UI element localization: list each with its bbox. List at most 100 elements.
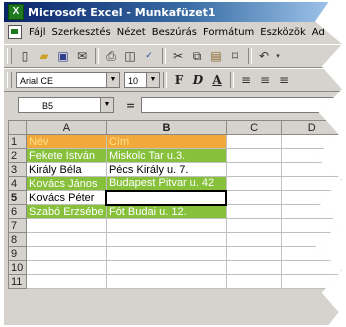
- paste-icon[interactable]: ▤: [207, 47, 225, 65]
- column-header-c[interactable]: C: [225, 120, 283, 135]
- standard-toolbar: ▯ ▰ ▣ ✉ ⎙ ◫ ✓ ✂ ⧉ ▤ ⌑ ↶ ▾: [4, 44, 342, 68]
- font-size-select[interactable]: 10 ▼: [124, 72, 160, 88]
- cell-a8[interactable]: [25, 232, 107, 247]
- cell-b10[interactable]: [105, 260, 227, 275]
- spelling-icon[interactable]: ✓: [140, 47, 158, 65]
- email-icon[interactable]: ✉: [73, 47, 91, 65]
- cell-c2[interactable]: [225, 148, 283, 163]
- menu-tools[interactable]: Eszközök: [257, 27, 309, 38]
- bold-button[interactable]: F: [170, 71, 188, 89]
- cell-a4[interactable]: Kovács János: [25, 176, 107, 191]
- menu-edit[interactable]: Szerkesztés: [49, 27, 114, 38]
- row-header[interactable]: 1: [8, 134, 27, 149]
- cell-a3[interactable]: Király Béla: [25, 162, 107, 177]
- column-header-d[interactable]: D: [281, 120, 342, 135]
- cell-c5[interactable]: [225, 190, 283, 205]
- cell-d4[interactable]: [281, 176, 342, 191]
- menu-view[interactable]: Nézet: [114, 27, 149, 38]
- cell-a6[interactable]: Szabó Erzsébe: [25, 204, 107, 219]
- underline-button[interactable]: A: [208, 71, 226, 89]
- row-header[interactable]: 8: [8, 232, 27, 247]
- cell-a10[interactable]: [25, 260, 107, 275]
- new-icon[interactable]: ▯: [16, 47, 34, 65]
- toolbar-grip[interactable]: [7, 72, 12, 88]
- align-center-icon[interactable]: ≡: [256, 71, 274, 89]
- align-left-icon[interactable]: ≡: [237, 71, 255, 89]
- row-header[interactable]: 3: [8, 162, 27, 177]
- active-cell-b5[interactable]: [105, 189, 228, 206]
- row-header[interactable]: 9: [8, 246, 27, 261]
- cell-d9[interactable]: [281, 246, 342, 261]
- row-header[interactable]: 4: [8, 176, 27, 191]
- chevron-down-icon[interactable]: ▼: [106, 73, 119, 87]
- cell-d7[interactable]: [281, 218, 342, 233]
- cell-c6[interactable]: [225, 204, 283, 219]
- cell-b9[interactable]: [105, 246, 227, 261]
- chevron-down-icon[interactable]: ▼: [146, 73, 159, 87]
- column-header-a[interactable]: A: [25, 120, 107, 135]
- cell-b2[interactable]: Miskolc Tar u.3.: [105, 148, 227, 163]
- cell-d10[interactable]: [281, 260, 342, 275]
- cell-b6[interactable]: Fót Budai u. 12.: [105, 204, 227, 219]
- cell-c4[interactable]: [225, 176, 283, 191]
- row-header[interactable]: 10: [8, 260, 27, 275]
- name-box[interactable]: B5 ▼: [18, 97, 114, 113]
- cell-b8[interactable]: [105, 232, 227, 247]
- workbook-icon[interactable]: [8, 25, 22, 39]
- cell-d6[interactable]: [281, 204, 342, 219]
- row-header[interactable]: 2: [8, 148, 27, 163]
- open-icon[interactable]: ▰: [35, 47, 53, 65]
- print-icon[interactable]: ⎙: [102, 47, 120, 65]
- cell-d11[interactable]: [281, 274, 342, 289]
- copy-icon[interactable]: ⧉: [188, 47, 206, 65]
- cell-a5[interactable]: Kovács Péter: [25, 190, 107, 205]
- cell-d2[interactable]: [281, 148, 342, 163]
- cell-d5[interactable]: [281, 190, 342, 205]
- menu-format[interactable]: Formátum: [200, 27, 257, 38]
- cell-b11[interactable]: [105, 274, 227, 289]
- cell-d8[interactable]: [281, 232, 342, 247]
- toolbar-grip[interactable]: [7, 48, 12, 64]
- format-painter-icon[interactable]: ⌑: [226, 47, 244, 65]
- undo-icon[interactable]: ↶: [255, 47, 273, 65]
- menu-file[interactable]: Fájl: [26, 27, 49, 38]
- cell-c11[interactable]: [225, 274, 283, 289]
- menu-data[interactable]: Ad: [309, 27, 328, 38]
- cell-b4[interactable]: Budapest Pitvar u. 42: [105, 176, 227, 191]
- cell-a11[interactable]: [25, 274, 107, 289]
- font-name-select[interactable]: Arial CE ▼: [16, 72, 120, 88]
- print-preview-icon[interactable]: ◫: [121, 47, 139, 65]
- cell-c1[interactable]: [225, 134, 283, 149]
- formula-input[interactable]: [141, 97, 342, 113]
- cell-c9[interactable]: [225, 246, 283, 261]
- undo-dropdown-icon[interactable]: ▾: [274, 47, 282, 65]
- cell-b7[interactable]: [105, 218, 227, 233]
- save-icon[interactable]: ▣: [54, 47, 72, 65]
- row-header[interactable]: 11: [8, 274, 27, 289]
- row-header[interactable]: 6: [8, 204, 27, 219]
- cell-a9[interactable]: [25, 246, 107, 261]
- formula-equals-label[interactable]: =: [126, 99, 135, 112]
- cell-c8[interactable]: [225, 232, 283, 247]
- cell-a7[interactable]: [25, 218, 107, 233]
- cell-a2[interactable]: Fekete István: [25, 148, 107, 163]
- cell-d3[interactable]: [281, 162, 342, 177]
- row-header[interactable]: 5: [8, 190, 27, 205]
- excel-app-icon[interactable]: X: [8, 4, 24, 20]
- cell-a1[interactable]: Név: [25, 134, 107, 149]
- menu-insert[interactable]: Beszúrás: [149, 27, 200, 38]
- italic-button[interactable]: D: [189, 71, 207, 89]
- column-header-b[interactable]: B: [105, 120, 227, 135]
- cell-b1[interactable]: Cím: [105, 134, 227, 149]
- cut-icon[interactable]: ✂: [169, 47, 187, 65]
- title-bar: X Microsoft Excel - Munkafüzet1: [4, 2, 342, 22]
- cell-c3[interactable]: [225, 162, 283, 177]
- chevron-down-icon[interactable]: ▼: [100, 98, 113, 112]
- row-header[interactable]: 7: [8, 218, 27, 233]
- cell-d1[interactable]: [281, 134, 342, 149]
- align-right-icon[interactable]: ≡: [275, 71, 293, 89]
- cell-b3[interactable]: Pécs Király u. 7.: [105, 162, 227, 177]
- cell-c10[interactable]: [225, 260, 283, 275]
- cell-c7[interactable]: [225, 218, 283, 233]
- select-all-corner[interactable]: [8, 120, 27, 135]
